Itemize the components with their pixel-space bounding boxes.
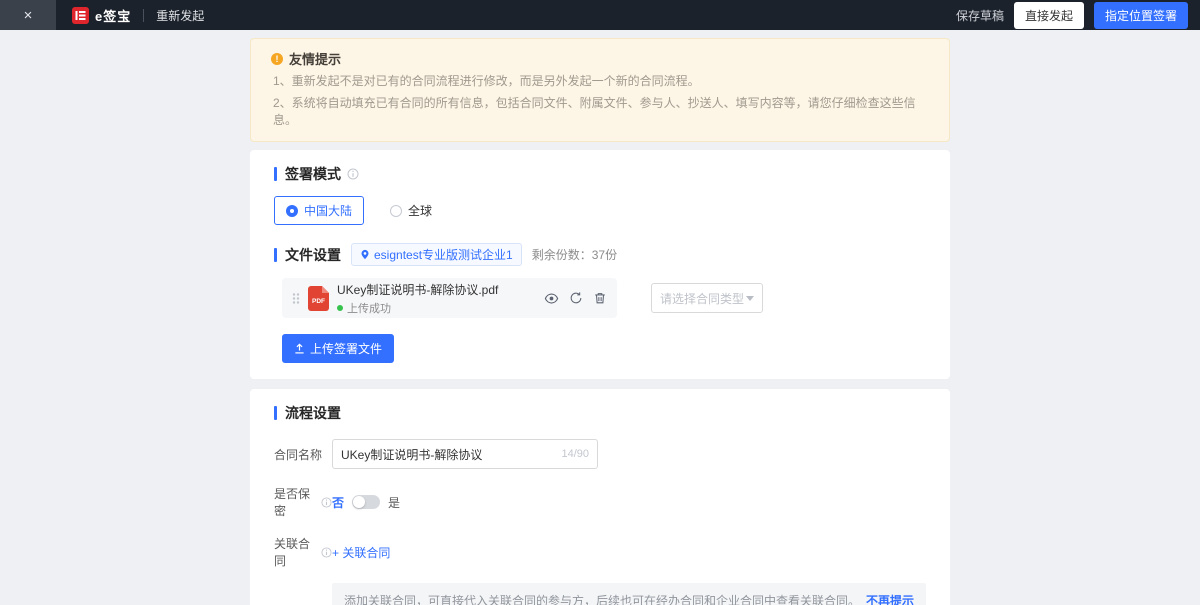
file-actions [544,291,607,306]
notice-title-row: ! 友情提示 [271,49,929,68]
topbar-actions: 保存草稿 直接发起 指定位置签署 [956,2,1188,29]
info-icon[interactable] [347,168,359,180]
sign-mode-title-row: 签署模式 [274,164,926,184]
contract-name-value: UKey制证说明书-解除协议 [341,446,482,463]
sign-mode-title: 签署模式 [285,164,341,184]
brand: e签宝 [72,6,131,25]
radio-global[interactable]: 全球 [390,202,432,219]
secret-label: 是否保密 [274,485,332,519]
card-sign-mode-files: 签署模式 中国大陆 全球 文件设置 [250,150,950,379]
secret-row: 是否保密 否 是 [274,485,926,519]
file-settings-title-row: 文件设置 [274,245,341,265]
upload-icon [294,343,305,354]
related-label-text: 关联合同 [274,535,315,569]
org-badge[interactable]: esigntest专业版测试企业1 [351,243,522,266]
char-counter: 14/90 [561,448,589,460]
radio-unselected-icon [390,205,402,217]
toggle-knob [353,496,365,508]
contract-type-select[interactable]: 请选择合同类型 [651,283,763,313]
save-draft-button[interactable]: 保存草稿 [956,7,1004,24]
pdf-file-icon: PDF [308,286,329,311]
contract-name-row: 合同名称 UKey制证说明书-解除协议 14/90 [274,439,926,469]
direct-initiate-button[interactable]: 直接发起 [1014,2,1084,29]
contract-type-placeholder: 请选择合同类型 [660,290,744,307]
file-row[interactable]: PDF UKey制证说明书-解除协议.pdf 上传成功 [282,278,617,318]
file-settings-title: 文件设置 [285,245,341,265]
card-process-settings: 流程设置 合同名称 UKey制证说明书-解除协议 14/90 是否保密 否 [250,389,950,605]
org-badge-label: esigntest专业版测试企业1 [374,246,513,263]
file-area: PDF UKey制证说明书-解除协议.pdf 上传成功 [282,278,926,318]
remaining-count: 剩余份数：37份 [532,246,617,263]
contract-name-input[interactable]: UKey制证说明书-解除协议 14/90 [332,439,598,469]
process-title-row: 流程设置 [274,403,926,423]
dismiss-tip-link[interactable]: 不再提示 [866,592,914,605]
replace-refresh-icon[interactable] [569,291,583,305]
specify-position-button[interactable]: 指定位置签署 [1094,2,1188,29]
main-scroll-area[interactable]: ! 友情提示 1、重新发起不是对已有的合同流程进行修改，而是另外发起一个新的合同… [0,30,1200,605]
upload-sign-file-button[interactable]: 上传签署文件 [282,334,394,363]
notice-line: 1、重新发起不是对已有的合同流程进行修改，而是另外发起一个新的合同流程。 [271,73,929,90]
location-pin-icon [360,249,370,260]
notice-line: 2、系统将自动填充已有合同的所有信息，包括合同文件、附属文件、参与人、抄送人、填… [271,95,929,129]
drag-handle-icon[interactable] [292,292,300,305]
file-settings-header: 文件设置 esigntest专业版测试企业1 剩余份数：37份 [274,243,926,266]
info-icon[interactable] [321,547,332,558]
info-icon[interactable] [321,497,332,508]
sign-mode-options: 中国大陆 全球 [274,196,926,225]
related-tip-text: 添加关联合同，可直接代入关联合同的参与方，后续也可在经办合同和企业合同中查看关联… [344,592,860,605]
esign-logo-icon [72,7,89,24]
secret-label-text: 是否保密 [274,485,315,519]
upload-button-label: 上传签署文件 [310,340,382,357]
chevron-down-icon [746,296,754,301]
secret-no-label[interactable]: 否 [332,494,344,511]
upload-status-text: 上传成功 [347,300,391,316]
friendly-notice: ! 友情提示 1、重新发起不是对已有的合同流程进行修改，而是另外发起一个新的合同… [250,38,950,142]
brand-name: e签宝 [95,6,131,25]
warning-icon: ! [271,53,283,65]
page-title: 重新发起 [156,7,204,24]
file-status: 上传成功 [337,300,505,316]
related-contract-row: 关联合同 + 关联合同 [274,535,926,569]
file-meta: UKey制证说明书-解除协议.pdf 上传成功 [337,281,505,316]
close-button[interactable]: × [0,0,56,30]
topbar-divider [143,9,144,22]
svg-text:PDF: PDF [312,298,325,305]
notice-title: 友情提示 [289,49,341,68]
close-icon: × [24,7,33,24]
radio-label: 中国大陆 [304,202,352,219]
radio-label: 全球 [408,202,432,219]
secret-yes-label[interactable]: 是 [388,494,400,511]
add-related-contract-link[interactable]: + 关联合同 [332,544,390,561]
related-label: 关联合同 [274,535,332,569]
radio-selected-icon [286,205,298,217]
secret-toggle[interactable] [352,495,380,509]
success-dot-icon [337,305,343,311]
topbar: × e签宝 重新发起 保存草稿 直接发起 指定位置签署 [0,0,1200,30]
related-tip-strip: 添加关联合同，可直接代入关联合同的参与方，后续也可在经办合同和企业合同中查看关联… [332,583,926,605]
process-title: 流程设置 [285,403,341,423]
delete-trash-icon[interactable] [593,291,607,305]
preview-eye-icon[interactable] [544,291,559,306]
radio-mainland-china[interactable]: 中国大陆 [274,196,364,225]
file-name: UKey制证说明书-解除协议.pdf [337,281,505,298]
contract-name-label: 合同名称 [274,446,332,463]
